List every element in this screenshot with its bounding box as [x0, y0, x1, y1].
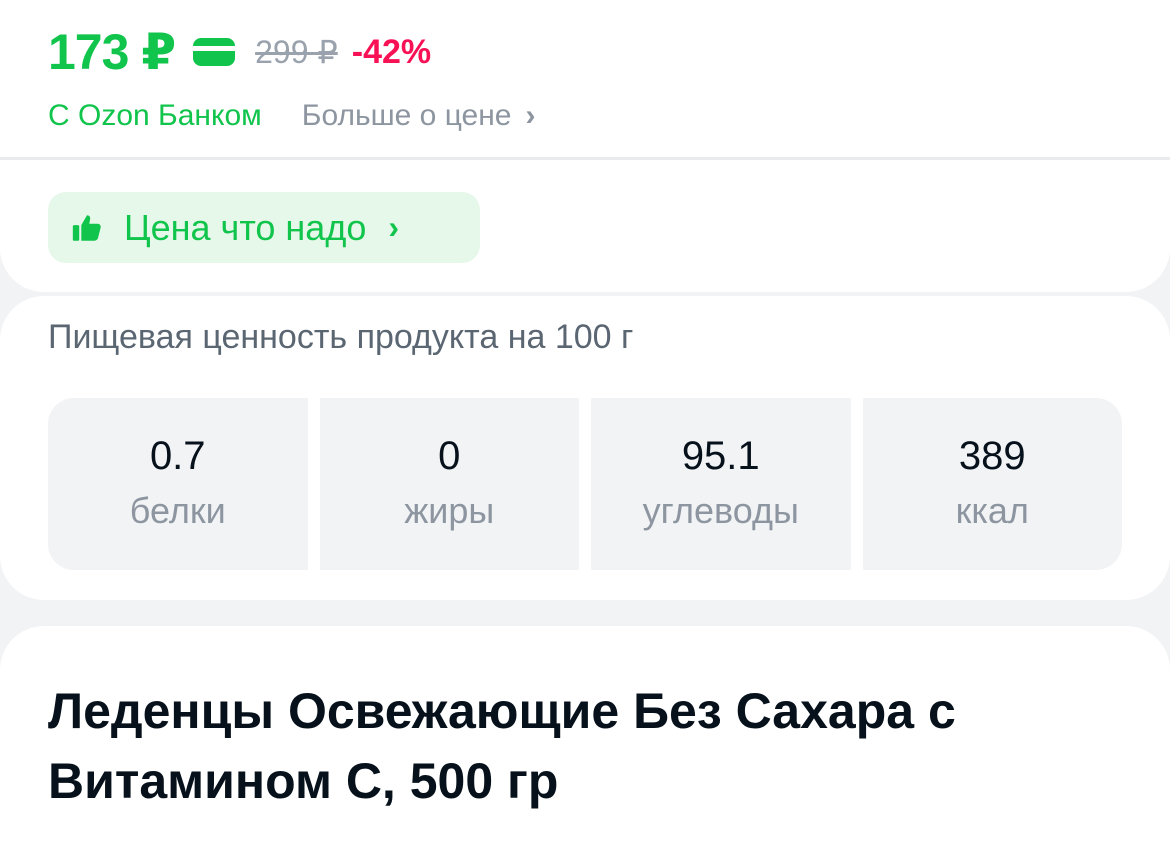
nutrition-value: 389	[958, 434, 1026, 478]
nutrition-label: жиры	[404, 490, 495, 531]
divider	[0, 157, 1170, 160]
bank-card-icon	[193, 38, 236, 66]
nutrition-item-fat: 0 жиры	[319, 398, 579, 570]
nutrition-label: белки	[129, 490, 226, 531]
current-price: 173 ₽	[48, 24, 176, 80]
nutrition-label: ккал	[955, 490, 1029, 531]
nutrition-label: углеводы	[642, 490, 799, 531]
old-price: 299 ₽	[255, 34, 338, 70]
nutrition-value: 95.1	[681, 434, 760, 478]
good-price-badge[interactable]: Цена что надо ›	[48, 192, 480, 263]
bank-row: С Ozon Банком Больше о цене ›	[48, 96, 536, 136]
nutrition-item-carbs: 95.1 углеводы	[591, 398, 851, 570]
nutrition-value: 0	[438, 434, 461, 478]
good-price-label: Цена что надо	[124, 206, 367, 248]
price-row: 173 ₽ 299 ₽ -42%	[48, 24, 431, 80]
chevron-right-icon: ›	[525, 99, 536, 132]
nutrition-item-kcal: 389 ккал	[862, 398, 1122, 570]
more-about-price-link[interactable]: Больше о цене ›	[302, 99, 536, 133]
price-card: 173 ₽ 299 ₽ -42% С Ozon Банком Больше о …	[0, 0, 1170, 292]
ozon-bank-label: С Ozon Банком	[48, 99, 262, 132]
nutrition-grid: 0.7 белки 0 жиры 95.1 углеводы 389 ккал	[48, 398, 1122, 570]
discount-badge: -42%	[351, 32, 432, 71]
chevron-right-icon: ›	[388, 209, 400, 245]
product-page: 173 ₽ 299 ₽ -42% С Ozon Банком Больше о …	[0, 0, 1170, 866]
product-title: Леденцы Освежающие Без Сахара с Витамино…	[48, 683, 956, 809]
thumbs-up-icon	[72, 214, 101, 241]
nutrition-item-protein: 0.7 белки	[48, 398, 308, 570]
nutrition-title: Пищевая ценность продукта на 100 г	[48, 318, 634, 356]
nutrition-value: 0.7	[149, 434, 206, 478]
more-about-price-label: Больше о цене	[301, 99, 512, 132]
